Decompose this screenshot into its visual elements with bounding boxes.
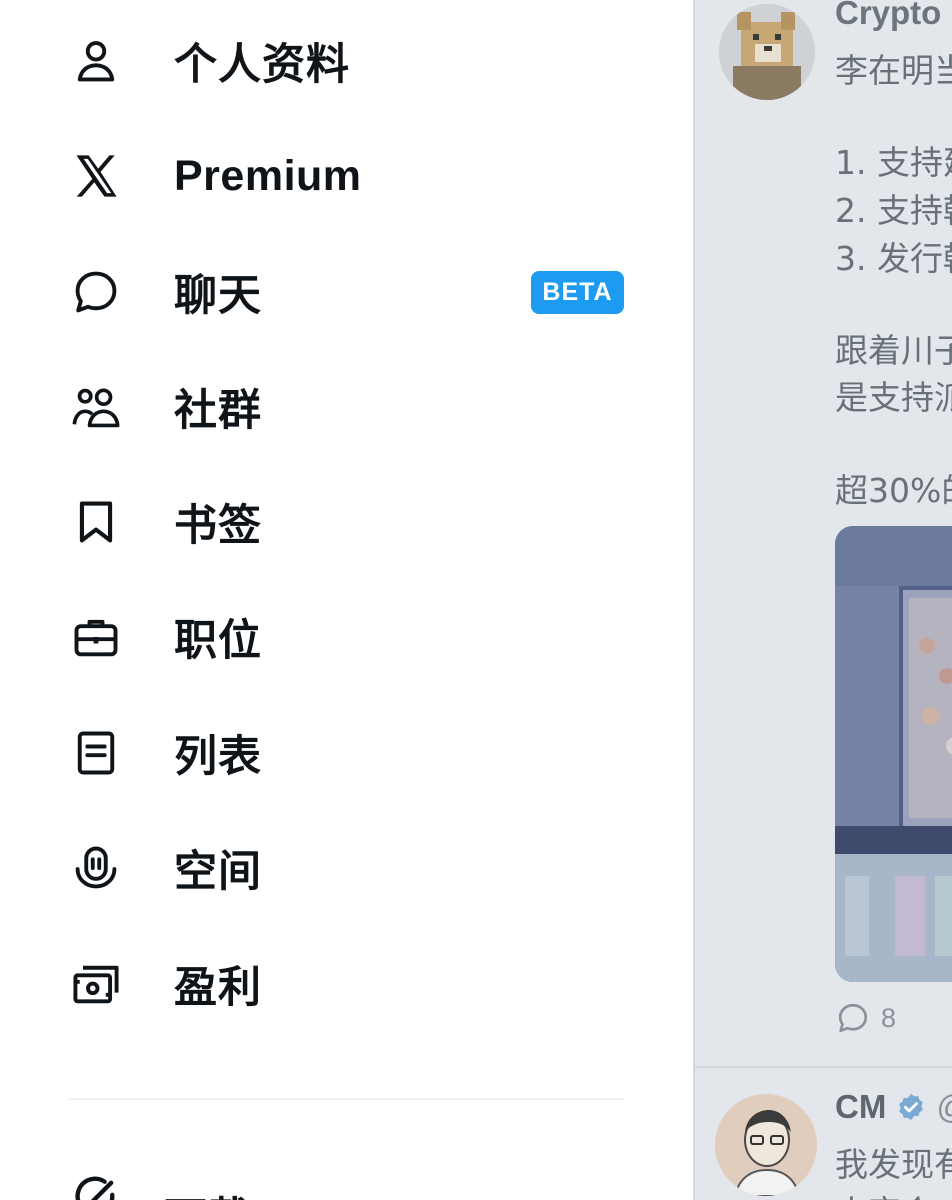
tweet-divider	[695, 1066, 952, 1068]
tweet-text-line: 人宗会	[835, 1186, 934, 1200]
tweet-text-line: 2. 支持韩	[835, 191, 952, 230]
author-name: CM	[835, 1088, 887, 1125]
reply-button[interactable]: 8	[835, 1000, 896, 1036]
avatar[interactable]	[719, 4, 815, 100]
tweet-media[interactable]	[835, 526, 952, 982]
tweet-text-line: 超30%的	[835, 471, 952, 510]
tweet-text-line: 李在明当	[835, 51, 952, 90]
menu-item-communities[interactable]: 社群	[0, 352, 693, 462]
menu-label: 个人资料	[174, 40, 350, 90]
bookmark-icon	[68, 494, 124, 550]
reply-count: 8	[881, 1002, 897, 1033]
briefcase-icon	[68, 609, 124, 665]
x-logo-icon	[68, 148, 124, 204]
tweet-text-line: 跟着川子	[835, 331, 952, 370]
profile-icon	[68, 33, 124, 89]
tweet-text-line: 1. 支持建	[835, 143, 952, 182]
tweet-text-line: 我发现有	[835, 1145, 952, 1184]
menu-item-bookmarks[interactable]: 书签	[0, 467, 693, 577]
menu-label: 社群	[174, 386, 262, 436]
menu-label: Premium	[174, 151, 362, 200]
list-icon	[68, 725, 124, 781]
monetization-icon	[68, 956, 124, 1012]
tweet-author[interactable]: Crypto	[835, 0, 941, 32]
menu-label: 盈利	[174, 963, 262, 1013]
menu-item-spaces[interactable]: 空间	[0, 813, 693, 923]
menu-item-monetization[interactable]: 盈利	[0, 929, 693, 1039]
tweet-author[interactable]: CM @	[835, 1088, 952, 1126]
grok-icon	[68, 1170, 124, 1200]
download-grok-label: 下载 Grok	[164, 1184, 380, 1200]
spaces-icon	[68, 840, 124, 896]
menu-item-jobs[interactable]: 职位	[0, 582, 693, 692]
menu-item-chat[interactable]: 聊天 BETA	[0, 237, 693, 347]
beta-badge: BETA	[531, 270, 624, 314]
reply-icon	[838, 1003, 868, 1033]
navigation-drawer: 个人资料 Premium 聊天 BETA 社群 书签 职位 列表 空间 盈利	[0, 0, 693, 1200]
avatar[interactable]	[715, 1094, 817, 1196]
timeline-overlay[interactable]: Crypto 李在明当 1. 支持建 2. 支持韩 3. 发行韩 跟着川子 是支…	[693, 0, 952, 1200]
author-handle: @	[936, 1088, 952, 1126]
communities-icon	[68, 379, 124, 435]
menu-label: 书签	[174, 501, 262, 551]
tweet-text-line: 是支持派	[835, 378, 952, 417]
menu-label: 聊天	[174, 271, 262, 321]
menu-item-profile[interactable]: 个人资料	[0, 6, 693, 116]
verified-badge-icon	[899, 1093, 924, 1121]
menu-item-premium[interactable]: Premium	[0, 121, 693, 231]
menu-item-lists[interactable]: 列表	[0, 698, 693, 808]
drawer-divider	[69, 1098, 624, 1100]
menu-label: 职位	[174, 616, 262, 666]
chat-bubble-icon	[68, 264, 124, 320]
menu-label: 空间	[174, 847, 262, 897]
tweet-text-line: 3. 发行韩	[835, 239, 952, 278]
menu-item-download-grok[interactable]: 下载 Grok	[0, 1170, 693, 1200]
menu-label: 列表	[174, 732, 262, 782]
